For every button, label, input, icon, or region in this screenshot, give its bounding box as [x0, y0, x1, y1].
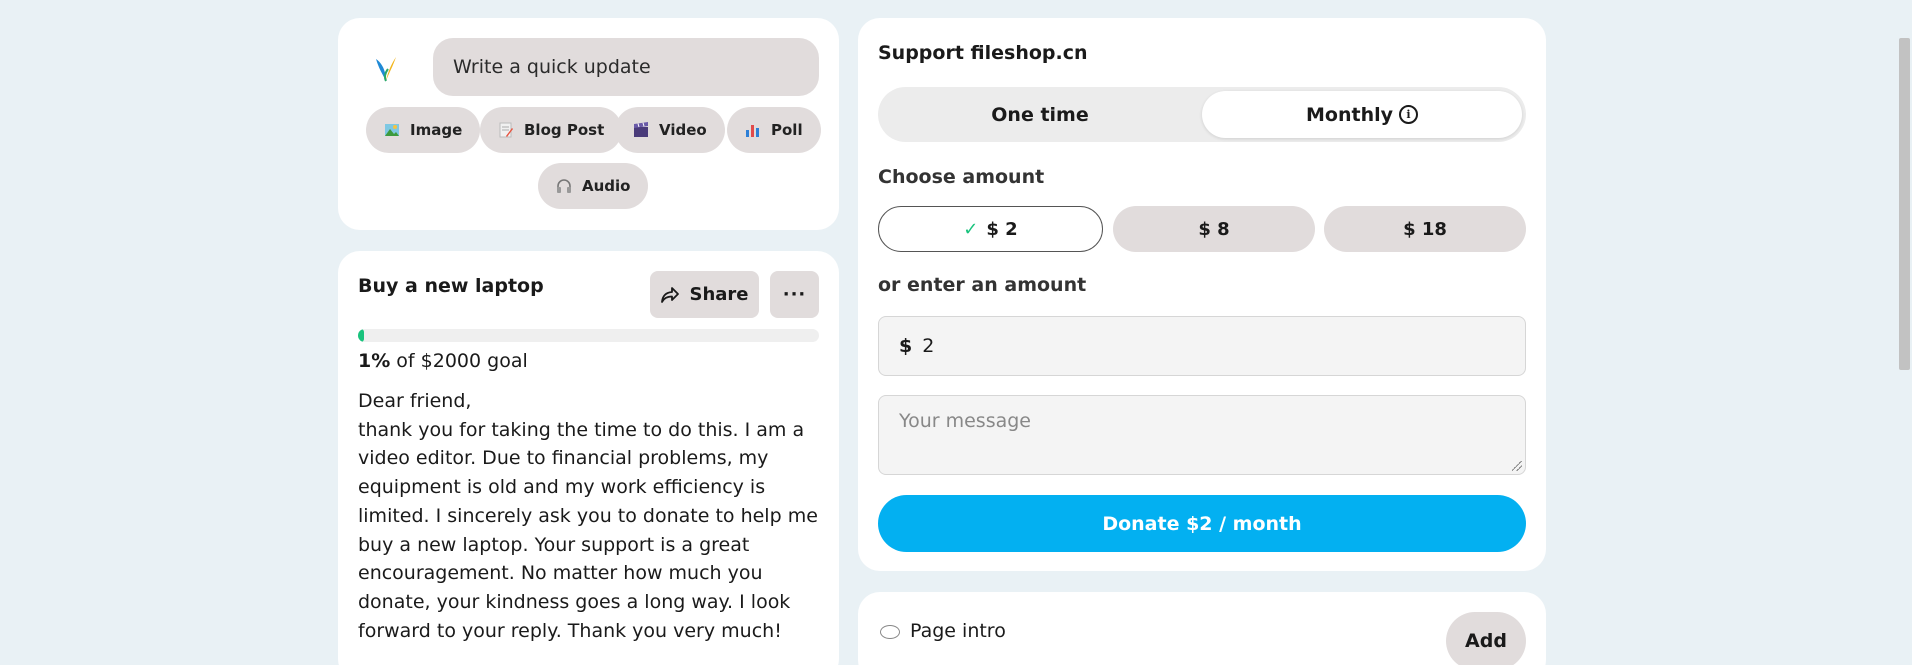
blog-post-chip-label: Blog Post — [524, 121, 605, 139]
goal-percent: 1% — [358, 350, 391, 372]
page-intro-card: Page intro Add — [858, 592, 1546, 665]
amount-value: 2 — [922, 335, 935, 357]
composer-card: Write a quick update Image Blog Post Vid… — [338, 18, 839, 230]
image-chip-label: Image — [410, 121, 463, 139]
image-chip-button[interactable]: Image — [366, 107, 481, 153]
monthly-label: Monthly — [1306, 103, 1393, 126]
goal-description: Dear friend, thank you for taking the ti… — [358, 390, 818, 642]
audio-chip-button[interactable]: Audio — [538, 163, 649, 209]
video-chip-label: Video — [659, 121, 707, 139]
goal-title: Buy a new laptop — [358, 275, 544, 297]
enter-amount-label: or enter an amount — [878, 274, 1087, 296]
goal-target-text: of $2000 goal — [390, 350, 528, 372]
blog-post-icon — [498, 122, 514, 138]
poll-icon — [745, 122, 761, 138]
amount-option-label: $ 8 — [1198, 218, 1230, 240]
share-icon — [661, 286, 680, 303]
goal-progress-bar — [358, 329, 819, 342]
goal-progress-fill — [358, 329, 364, 342]
currency-symbol: $ — [899, 335, 913, 357]
goal-card: Buy a new laptop Share ··· 1% of $2000 g… — [338, 251, 839, 665]
amount-option-label: $ 2 — [986, 218, 1018, 240]
share-button[interactable]: Share — [650, 271, 759, 318]
image-icon — [384, 122, 400, 138]
amount-option-2[interactable]: ✓ $ 2 — [878, 206, 1103, 252]
scrollbar-thumb[interactable] — [1899, 38, 1910, 370]
donate-button[interactable]: Donate $2 / month — [878, 495, 1526, 552]
choose-amount-label: Choose amount — [878, 166, 1045, 188]
monthly-tab[interactable]: Monthly i — [1202, 91, 1522, 138]
headphones-icon — [556, 178, 572, 194]
poll-chip-button[interactable]: Poll — [727, 107, 821, 153]
more-options-icon: ··· — [782, 284, 807, 305]
check-icon: ✓ — [963, 218, 979, 240]
amount-option-8[interactable]: $ 8 — [1113, 206, 1315, 252]
more-options-button[interactable]: ··· — [770, 271, 819, 318]
amount-option-label: $ 18 — [1403, 218, 1447, 240]
quick-update-input[interactable]: Write a quick update — [433, 38, 819, 96]
page-scrollbar[interactable] — [1895, 0, 1912, 665]
audio-chip-label: Audio — [582, 177, 631, 195]
info-icon[interactable]: i — [1399, 105, 1418, 124]
site-logo-icon[interactable] — [372, 53, 400, 87]
poll-chip-label: Poll — [771, 121, 803, 139]
add-page-intro-button[interactable]: Add — [1446, 612, 1526, 665]
message-placeholder: Your message — [899, 410, 1031, 432]
page-intro-label: Page intro — [910, 620, 1006, 642]
video-chip-button[interactable]: Video — [615, 107, 725, 153]
resize-handle-icon[interactable] — [1512, 461, 1522, 471]
one-time-tab[interactable]: One time — [878, 87, 1202, 142]
share-label: Share — [689, 284, 749, 305]
amount-option-18[interactable]: $ 18 — [1324, 206, 1526, 252]
blog-post-chip-button[interactable]: Blog Post — [480, 107, 623, 153]
support-title: Support fileshop.cn — [878, 42, 1088, 64]
message-textarea[interactable]: Your message — [878, 395, 1526, 475]
speech-bubble-icon — [880, 625, 900, 639]
support-card: Support fileshop.cn One time Monthly i C… — [858, 18, 1546, 571]
custom-amount-input[interactable]: $ 2 — [878, 316, 1526, 376]
video-icon — [633, 122, 649, 138]
frequency-toggle: One time Monthly i — [878, 87, 1526, 142]
goal-summary: 1% of $2000 goal — [358, 350, 528, 372]
